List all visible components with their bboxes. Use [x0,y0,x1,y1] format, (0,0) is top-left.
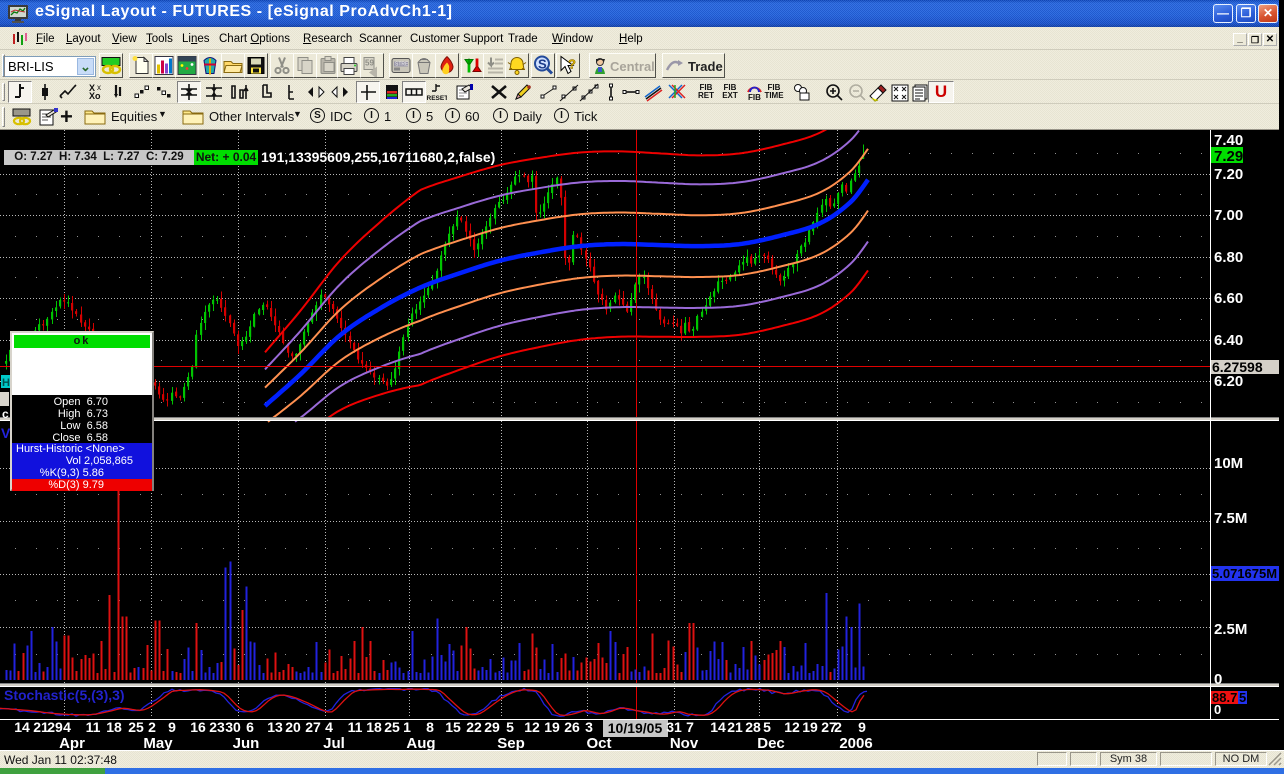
svg-text:25: 25 [384,719,400,735]
svg-text:14: 14 [14,719,30,735]
svg-text:31: 31 [666,719,682,735]
svg-text:11: 11 [86,719,101,735]
svg-text:6.40: 6.40 [1214,332,1243,349]
svg-text:5.071675M: 5.071675M [1212,566,1277,581]
svg-text:May: May [143,735,173,750]
svg-text:29: 29 [47,719,63,735]
svg-text:5: 5 [506,719,514,735]
svg-text:0: 0 [1214,702,1221,717]
svg-text:Jul: Jul [323,735,345,750]
svg-text:14: 14 [710,719,726,735]
svg-text:Sep: Sep [497,735,525,750]
svg-text:2: 2 [834,719,842,735]
svg-text:12: 12 [784,719,800,735]
svg-text:5: 5 [1239,690,1246,705]
svg-text:9: 9 [858,719,866,735]
svg-text:Dec: Dec [757,735,785,750]
svg-text:Stochastic(5,(3),3): Stochastic(5,(3),3) [4,687,125,703]
svg-text:15: 15 [445,719,461,735]
svg-text:11: 11 [348,719,363,735]
svg-text:1: 1 [403,719,411,735]
svg-text:6.60: 6.60 [1214,290,1243,307]
svg-text:2006: 2006 [839,735,872,750]
svg-text:26: 26 [564,719,580,735]
svg-text:6.20: 6.20 [1214,373,1243,390]
svg-text:10/19/05: 10/19/05 [608,720,663,736]
svg-text:2: 2 [148,719,156,735]
svg-text:5: 5 [763,719,771,735]
svg-text:RESET: RESET [427,95,448,102]
svg-text:7.29: 7.29 [1214,148,1243,165]
svg-text:S: S [538,57,547,72]
svg-text:7.20: 7.20 [1214,166,1243,183]
svg-text:0: 0 [1214,671,1222,688]
svg-text:6.27598: 6.27598 [1212,359,1263,375]
svg-text:Apr: Apr [59,735,85,750]
svg-text:25: 25 [128,719,144,735]
svg-text:23: 23 [209,719,225,735]
svg-text:30: 30 [225,719,241,735]
svg-text:3: 3 [585,719,593,735]
svg-text:STRE: STRE [395,62,409,68]
svg-text:Aug: Aug [406,735,435,750]
svg-text:29: 29 [484,719,500,735]
svg-text:6: 6 [246,719,254,735]
svg-text:H: H [2,377,10,389]
svg-text:4: 4 [63,719,71,735]
svg-text:Xo: Xo [89,91,101,101]
svg-text:16: 16 [190,719,206,735]
svg-text:6.80: 6.80 [1214,249,1243,266]
svg-text:20: 20 [285,719,301,735]
svg-text:28: 28 [745,719,761,735]
svg-text:21: 21 [727,719,743,735]
svg-text:18: 18 [106,719,122,735]
svg-text:Nov: Nov [670,735,699,750]
svg-text:c: c [2,407,9,421]
svg-text:13: 13 [267,719,283,735]
svg-text:2.5M: 2.5M [1214,621,1247,638]
svg-text:59: 59 [365,59,374,68]
svg-text:18: 18 [366,719,382,735]
svg-text:22: 22 [466,719,482,735]
svg-text:7: 7 [686,719,694,735]
svg-text:19: 19 [802,719,818,735]
svg-text:7.00: 7.00 [1214,207,1243,224]
svg-text:8: 8 [426,719,434,735]
svg-text:7.5M: 7.5M [1214,510,1247,527]
svg-text:10M: 10M [1214,455,1243,472]
svg-text:7.40: 7.40 [1214,132,1243,149]
svg-text:4: 4 [325,719,333,735]
svg-text:Jun: Jun [233,735,260,750]
svg-text:19: 19 [544,719,560,735]
svg-text:12: 12 [524,719,540,735]
svg-text:?: ? [568,57,576,72]
svg-text:Oct: Oct [586,735,611,750]
svg-text:27: 27 [305,719,321,735]
svg-text:9: 9 [168,719,176,735]
